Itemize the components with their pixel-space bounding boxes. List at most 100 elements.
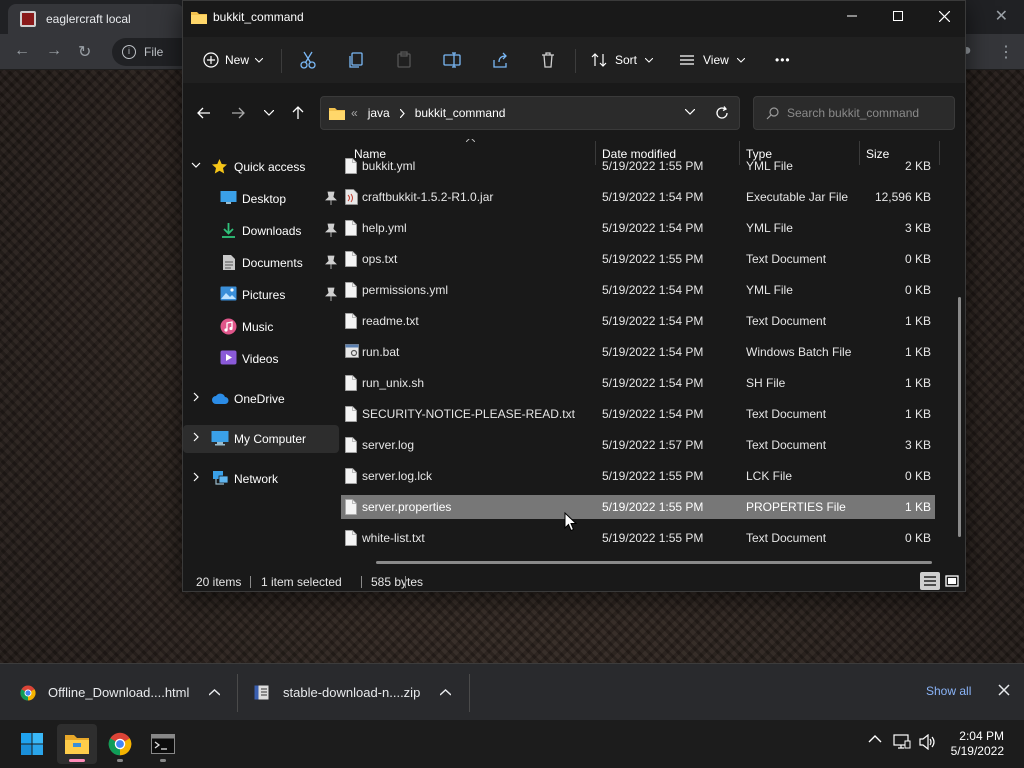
file-type: YML File xyxy=(746,159,793,173)
view-button[interactable]: View xyxy=(679,49,745,71)
close-download-bar-icon[interactable] xyxy=(998,684,1010,696)
file-row[interactable]: run_unix.sh 5/19/2022 1:54 PM SH File 1 KB xyxy=(341,371,935,395)
up-button[interactable] xyxy=(287,102,309,124)
file-name: server.log.lck xyxy=(362,469,433,483)
cloud-icon xyxy=(211,393,230,405)
browser-menu-icon[interactable]: ⋮ xyxy=(998,42,1014,62)
file-row[interactable]: bukkit.yml 5/19/2022 1:55 PM YML File 2 KB xyxy=(341,154,935,178)
sidebar-item-videos[interactable]: Videos xyxy=(183,345,339,373)
sidebar-item-desktop[interactable]: Desktop xyxy=(183,185,339,213)
file-name: bukkit.yml xyxy=(362,159,416,173)
omnibox-text: File xyxy=(144,45,164,59)
chevron-down-icon xyxy=(255,57,264,63)
refresh-icon[interactable] xyxy=(715,106,729,120)
more-options-button[interactable]: ••• xyxy=(775,49,791,71)
delete-icon[interactable] xyxy=(537,49,559,71)
file-row[interactable]: SECURITY-NOTICE-PLEASE-READ.txt 5/19/2022… xyxy=(341,402,935,426)
search-input[interactable] xyxy=(787,106,947,120)
minimize-button[interactable] xyxy=(829,1,875,31)
file-icon xyxy=(345,189,358,205)
sidebar-item-network[interactable]: Network xyxy=(183,465,339,493)
system-clock[interactable]: 2:04 PM 5/19/2022 xyxy=(951,729,1004,759)
recent-locations-button[interactable] xyxy=(258,102,280,124)
download-item-zip[interactable]: stable-download-n....zip xyxy=(254,664,452,721)
share-icon[interactable] xyxy=(489,49,511,71)
sidebar-item-documents[interactable]: Documents xyxy=(183,249,339,277)
large-icons-view-button[interactable] xyxy=(942,572,962,590)
sort-button[interactable]: Sort xyxy=(591,49,654,71)
column-divider[interactable] xyxy=(939,141,940,165)
sidebar-item-quick-access[interactable]: Quick access xyxy=(183,153,339,181)
chevron-right-icon[interactable] xyxy=(191,432,201,442)
computer-icon xyxy=(211,430,229,446)
file-row[interactable]: craftbukkit-1.5.2-R1.0.jar 5/19/2022 1:54… xyxy=(341,185,935,209)
new-button[interactable]: New xyxy=(195,45,271,75)
sidebar-item-label: Quick access xyxy=(234,160,306,174)
maximize-button[interactable] xyxy=(875,1,921,31)
address-dropdown-icon[interactable] xyxy=(685,109,695,115)
file-icon xyxy=(345,499,357,515)
file-row[interactable]: server.log 5/19/2022 1:57 PM Text Document… xyxy=(341,433,935,457)
view-icon xyxy=(679,53,695,67)
browser-reload-icon[interactable]: ↻ xyxy=(78,42,91,62)
vertical-scrollbar[interactable] xyxy=(958,297,961,537)
browser-tab-title: eaglercraft local xyxy=(46,12,131,26)
file-row[interactable]: white-list.txt 5/19/2022 1:55 PM Text Docu… xyxy=(341,526,935,550)
show-all-link[interactable]: Show all xyxy=(926,684,971,698)
volume-icon[interactable] xyxy=(919,734,937,750)
breadcrumb-java[interactable]: java xyxy=(368,106,390,120)
browser-tab[interactable]: eaglercraft local xyxy=(8,4,184,34)
file-row[interactable]: permissions.yml 5/19/2022 1:54 PM YML File… xyxy=(341,278,935,302)
chevron-up-icon[interactable] xyxy=(209,689,221,696)
sidebar-item-downloads[interactable]: Downloads xyxy=(183,217,339,245)
sidebar-item-my-computer[interactable]: My Computer xyxy=(183,425,339,453)
sidebar-item-pictures[interactable]: Pictures xyxy=(183,281,339,309)
status-bar: 20 items 1 item selected 585 bytes xyxy=(183,569,965,593)
search-box[interactable] xyxy=(753,96,955,130)
chevron-right-icon[interactable] xyxy=(191,392,201,402)
network-tray-icon[interactable] xyxy=(893,734,911,750)
file-type: Text Document xyxy=(746,407,827,421)
close-button[interactable] xyxy=(921,1,967,31)
file-size: 2 KB xyxy=(904,159,931,173)
site-info-icon[interactable]: i xyxy=(122,45,136,59)
browser-forward-icon[interactable]: → xyxy=(46,42,62,60)
copy-icon[interactable] xyxy=(345,49,367,71)
sidebar-item-onedrive[interactable]: OneDrive xyxy=(183,385,339,413)
taskbar-chrome[interactable] xyxy=(100,724,140,764)
browser-back-icon[interactable]: ← xyxy=(14,42,30,60)
path-overflow[interactable]: « xyxy=(351,106,358,120)
file-row[interactable]: server.log.lck 5/19/2022 1:55 PM LCK File 0… xyxy=(341,464,935,488)
chevron-right-icon[interactable] xyxy=(399,108,405,118)
file-row[interactable]: run.bat 5/19/2022 1:54 PM Windows Batch Fi… xyxy=(341,340,935,364)
file-row[interactable]: server.properties 5/19/2022 1:55 PM PROPER… xyxy=(341,495,935,519)
file-date-modified: 5/19/2022 1:55 PM xyxy=(602,252,704,266)
file-row[interactable]: ops.txt 5/19/2022 1:55 PM Text Document 0 K… xyxy=(341,247,935,271)
file-type: YML File xyxy=(746,221,793,235)
file-row[interactable]: readme.txt 5/19/2022 1:54 PM Text Document… xyxy=(341,309,935,333)
taskbar-terminal[interactable] xyxy=(143,724,183,764)
back-button[interactable] xyxy=(193,102,215,124)
file-size: 3 KB xyxy=(904,438,931,452)
address-bar[interactable]: « java bukkit_command xyxy=(320,96,740,130)
chevron-down-icon[interactable] xyxy=(191,160,201,170)
forward-button[interactable] xyxy=(227,102,249,124)
sidebar-item-music[interactable]: Music xyxy=(183,313,339,341)
file-date-modified: 5/19/2022 1:54 PM xyxy=(602,221,704,235)
file-row[interactable]: help.yml 5/19/2022 1:54 PM YML File 3 KB xyxy=(341,216,935,240)
start-button[interactable] xyxy=(12,724,52,764)
show-hidden-icons-icon[interactable] xyxy=(868,735,882,743)
file-name: run.bat xyxy=(362,345,400,359)
browser-close-icon[interactable]: ✕ xyxy=(995,6,1008,26)
rename-icon[interactable] xyxy=(441,49,463,71)
chevron-up-icon[interactable] xyxy=(440,689,452,696)
details-view-button[interactable] xyxy=(920,572,940,590)
taskbar-file-explorer[interactable] xyxy=(57,724,97,764)
paste-icon[interactable] xyxy=(393,49,415,71)
chevron-right-icon[interactable] xyxy=(191,472,201,482)
breadcrumb-bukkit-command[interactable]: bukkit_command xyxy=(415,106,506,120)
cut-icon[interactable] xyxy=(297,49,319,71)
sidebar-item-label: My Computer xyxy=(234,432,307,446)
download-item-html[interactable]: Offline_Download....html xyxy=(20,664,221,721)
horizontal-scrollbar[interactable] xyxy=(376,561,932,564)
